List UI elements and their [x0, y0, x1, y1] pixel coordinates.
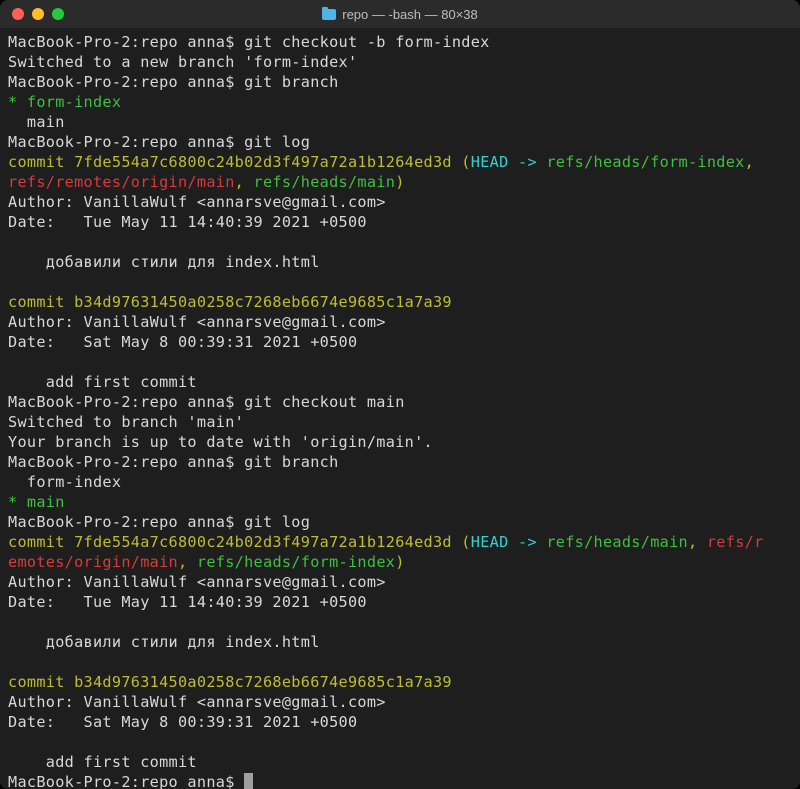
commit-hash: commit 7fde554a7c6800c24b02d3f497a72a1b1…	[8, 533, 452, 551]
commit-msg: add first commit	[8, 373, 197, 391]
commit-date: Date: Sat May 8 00:39:31 2021 +0500	[8, 333, 357, 351]
title-center: repo — -bash — 80×38	[0, 7, 800, 22]
terminal-body[interactable]: MacBook-Pro-2:repo anna$ git checkout -b…	[0, 28, 800, 789]
prompt: MacBook-Pro-2:repo anna$	[8, 453, 244, 471]
prompt: MacBook-Pro-2:repo anna$	[8, 33, 244, 51]
ref-head: HEAD ->	[471, 533, 547, 551]
commit-date: Date: Sat May 8 00:39:31 2021 +0500	[8, 713, 357, 731]
prompt: MacBook-Pro-2:repo anna$	[8, 73, 244, 91]
cmd-branch: git branch	[244, 453, 338, 471]
branch-other: form-index	[8, 473, 121, 491]
paren: )	[395, 173, 404, 191]
commit-hash: commit b34d97631450a0258c7268eb6674e9685…	[8, 673, 452, 691]
comma: ,	[235, 173, 254, 191]
ref-branch: refs/heads/main	[546, 533, 688, 551]
commit-msg: добавили стили для index.html	[8, 633, 320, 651]
titlebar: repo — -bash — 80×38	[0, 0, 800, 28]
window-title: repo — -bash — 80×38	[342, 7, 478, 22]
paren: (	[452, 533, 471, 551]
branch-other: main	[8, 113, 65, 131]
commit-author: Author: VanillaWulf <annarsve@gmail.com>	[8, 313, 386, 331]
ref-branch: refs/heads/form-index	[197, 553, 395, 571]
ref-remote: refs/r	[707, 533, 764, 551]
cmd-checkout-main: git checkout main	[244, 393, 405, 411]
branch-current: * form-index	[8, 93, 121, 111]
out-uptodate: Your branch is up to date with 'origin/m…	[8, 433, 433, 451]
cmd-log: git log	[244, 133, 310, 151]
commit-msg: добавили стили для index.html	[8, 253, 320, 271]
commit-date: Date: Tue May 11 14:40:39 2021 +0500	[8, 593, 367, 611]
commit-date: Date: Tue May 11 14:40:39 2021 +0500	[8, 213, 367, 231]
cursor-icon	[244, 773, 253, 789]
prompt: MacBook-Pro-2:repo anna$	[8, 133, 244, 151]
terminal-window: repo — -bash — 80×38 MacBook-Pro-2:repo …	[0, 0, 800, 789]
ref-remote: refs/remotes/origin/main	[8, 173, 235, 191]
cmd-checkout-new: git checkout -b form-index	[244, 33, 490, 51]
comma: ,	[178, 553, 197, 571]
minimize-icon[interactable]	[32, 8, 44, 20]
out-switched-main: Switched to branch 'main'	[8, 413, 244, 431]
commit-author: Author: VanillaWulf <annarsve@gmail.com>	[8, 193, 386, 211]
ref-branch: refs/heads/main	[254, 173, 396, 191]
folder-icon	[322, 9, 336, 20]
comma: ,	[688, 533, 707, 551]
prompt: MacBook-Pro-2:repo anna$	[8, 513, 244, 531]
comma: ,	[745, 153, 754, 171]
ref-branch: refs/heads/form-index	[546, 153, 744, 171]
branch-current: * main	[8, 493, 65, 511]
commit-hash: commit 7fde554a7c6800c24b02d3f497a72a1b1…	[8, 153, 452, 171]
paren: (	[452, 153, 471, 171]
commit-hash: commit b34d97631450a0258c7268eb6674e9685…	[8, 293, 452, 311]
traffic-lights	[0, 8, 64, 20]
commit-author: Author: VanillaWulf <annarsve@gmail.com>	[8, 693, 386, 711]
commit-author: Author: VanillaWulf <annarsve@gmail.com>	[8, 573, 386, 591]
prompt: MacBook-Pro-2:repo anna$	[8, 773, 244, 789]
close-icon[interactable]	[12, 8, 24, 20]
commit-msg: add first commit	[8, 753, 197, 771]
paren: )	[395, 553, 404, 571]
ref-head: HEAD ->	[471, 153, 547, 171]
zoom-icon[interactable]	[52, 8, 64, 20]
out-switched-new: Switched to a new branch 'form-index'	[8, 53, 357, 71]
ref-remote: emotes/origin/main	[8, 553, 178, 571]
prompt: MacBook-Pro-2:repo anna$	[8, 393, 244, 411]
cmd-branch: git branch	[244, 73, 338, 91]
cmd-log: git log	[244, 513, 310, 531]
